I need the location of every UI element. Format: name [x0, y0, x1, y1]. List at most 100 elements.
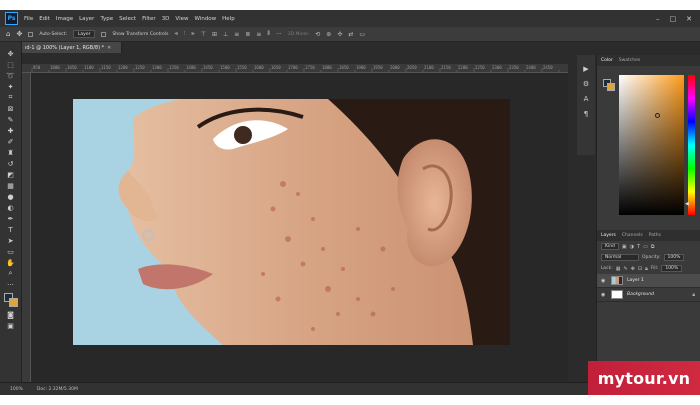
fill-field[interactable]: 100% [661, 265, 683, 272]
color-swatches[interactable] [3, 293, 19, 309]
gradient-icon[interactable]: ▦ [4, 180, 18, 191]
filter-adjustment-icon[interactable]: ◑ [630, 244, 634, 250]
type-icon[interactable]: T [4, 224, 18, 235]
distribute-left-icon[interactable]: ⦀ [267, 30, 270, 38]
brush-icon[interactable]: ✐ [4, 136, 18, 147]
tab-swatches[interactable]: Swatches [619, 58, 641, 63]
scale-icon[interactable]: ▭ [359, 31, 365, 38]
auto-select-checkbox[interactable] [28, 31, 34, 37]
hand-icon[interactable]: ✋ [4, 257, 18, 268]
menu-layer[interactable]: Layer [79, 16, 94, 22]
menu-select[interactable]: Select [119, 16, 136, 22]
marquee-icon[interactable]: ⬚ [4, 59, 18, 70]
filter-smart-icon[interactable]: ⧉ [651, 244, 655, 250]
menu-view[interactable]: View [175, 16, 188, 22]
slide-icon[interactable]: ⇄ [348, 31, 353, 38]
layer-row-layer1[interactable]: ◉ Layer 1 [597, 274, 700, 288]
distribute-middle-icon[interactable]: ≣ [245, 31, 250, 38]
hue-slider-handle-icon[interactable]: ◀ [685, 201, 689, 207]
document-tab[interactable]: ıd-1 @ 100% (Layer 1, RGB/8) * ✕ [22, 42, 122, 53]
align-bottom-icon[interactable]: ⊥ [223, 31, 228, 38]
path-selection-icon[interactable]: ➤ [4, 235, 18, 246]
lock-position-icon[interactable]: ✥ [631, 266, 635, 272]
vertical-ruler[interactable] [22, 73, 31, 383]
distribute-top-icon[interactable]: ≡ [234, 31, 239, 38]
minimize-button[interactable]: – [656, 15, 660, 23]
menu-window[interactable]: Window [194, 16, 216, 22]
visibility-eye-icon[interactable]: ◉ [601, 278, 607, 284]
move-icon[interactable]: ✥ [4, 48, 18, 59]
align-top-icon[interactable]: ⊤ [201, 31, 206, 38]
opacity-field[interactable]: 100% [663, 254, 685, 261]
blur-icon[interactable]: ● [4, 191, 18, 202]
filter-kind-dropdown[interactable]: Kind [601, 243, 619, 250]
zoom-level[interactable]: 100% [10, 387, 23, 392]
eraser-icon[interactable]: ◩ [4, 169, 18, 180]
menu-image[interactable]: Image [56, 16, 73, 22]
rectangle-icon[interactable]: ▭ [4, 246, 18, 257]
distribute-bottom-icon[interactable]: ≡ [256, 31, 261, 38]
maximize-button[interactable]: □ [670, 15, 677, 23]
more-tools-icon[interactable]: ··· [4, 279, 18, 290]
lasso-icon[interactable]: ➰ [4, 70, 18, 81]
paragraph-icon[interactable]: ¶ [584, 110, 588, 118]
close-window-button[interactable]: ✕ [686, 15, 692, 23]
color-picker-field[interactable] [619, 75, 684, 215]
roll-icon[interactable]: ⊛ [326, 31, 331, 38]
menu-file[interactable]: File [24, 16, 33, 22]
orbit-icon[interactable]: ⟲ [315, 31, 320, 38]
screen-mode-icon[interactable]: ▣ [4, 320, 18, 331]
filter-type-icon[interactable]: T [637, 244, 640, 250]
more-options-icon[interactable]: ··· [276, 31, 282, 38]
hue-slider[interactable] [688, 75, 695, 215]
close-document-icon[interactable]: ✕ [107, 45, 111, 51]
tab-channels[interactable]: Channels [622, 233, 643, 238]
lock-transparent-icon[interactable]: ▦ [616, 266, 621, 272]
menu-filter[interactable]: Filter [142, 16, 156, 22]
align-left-icon[interactable]: ⫷ [174, 30, 177, 38]
magic-wand-icon[interactable]: ✦ [4, 81, 18, 92]
filter-shape-icon[interactable]: ▭ [643, 244, 648, 250]
filter-pixel-icon[interactable]: ▣ [622, 244, 627, 250]
quick-mask-icon[interactable]: ◙ [4, 309, 18, 320]
clone-stamp-icon[interactable]: ♜ [4, 147, 18, 158]
menu-edit[interactable]: Edit [39, 16, 50, 22]
character-icon[interactable]: A [584, 95, 589, 103]
crop-icon[interactable]: ⌗ [4, 92, 18, 103]
document-canvas-photo[interactable] [73, 99, 510, 345]
lock-all-icon[interactable]: 🔒︎ [645, 266, 648, 272]
tab-layers[interactable]: Layers [601, 233, 616, 238]
frame-icon[interactable]: ⊠ [4, 103, 18, 114]
align-right-icon[interactable]: ⫸ [191, 30, 194, 38]
lock-artboard-icon[interactable]: ⊡ [638, 266, 642, 272]
tab-paths[interactable]: Paths [649, 233, 661, 238]
layer-row-background[interactable]: ◉ Background 🔒︎ [597, 288, 700, 302]
auto-select-dropdown[interactable]: Layer [72, 30, 96, 38]
document-size[interactable]: Doc: 2.32M/5.30M [37, 387, 78, 392]
transform-controls-checkbox[interactable] [101, 31, 107, 37]
dodge-icon[interactable]: ◐ [4, 202, 18, 213]
play-icon[interactable]: ▶ [583, 65, 588, 73]
background-color-swatch[interactable] [8, 298, 18, 307]
blend-mode-dropdown[interactable]: Normal [601, 254, 639, 261]
align-middle-icon[interactable]: ⊞ [212, 31, 217, 38]
menu-help[interactable]: Help [222, 16, 235, 22]
home-icon[interactable]: ⌂ [6, 30, 10, 38]
align-center-icon[interactable]: ⫶ [184, 30, 186, 38]
pen-icon[interactable]: ✒ [4, 213, 18, 224]
menu-3d[interactable]: 3D [162, 16, 170, 22]
visibility-eye-icon[interactable]: ◉ [601, 292, 607, 298]
history-brush-icon[interactable]: ↺ [4, 158, 18, 169]
tab-color[interactable]: Color [601, 58, 613, 63]
adjust-icon[interactable]: ⚙ [583, 80, 589, 88]
healing-brush-icon[interactable]: ✚ [4, 125, 18, 136]
zoom-icon[interactable]: ⌕ [4, 268, 18, 279]
color-picker-handle[interactable] [655, 113, 660, 118]
panel-background-swatch[interactable] [607, 83, 615, 91]
pan-icon[interactable]: ✣ [337, 31, 342, 38]
lock-image-icon[interactable]: ✎ [624, 266, 628, 272]
horizontal-ruler[interactable]: 950 1000 1050 1100 1150 1200 1250 1300 1… [22, 64, 568, 73]
menu-type[interactable]: Type [100, 16, 113, 22]
canvas-area[interactable] [31, 73, 568, 383]
eyedropper-icon[interactable]: ✎ [4, 114, 18, 125]
